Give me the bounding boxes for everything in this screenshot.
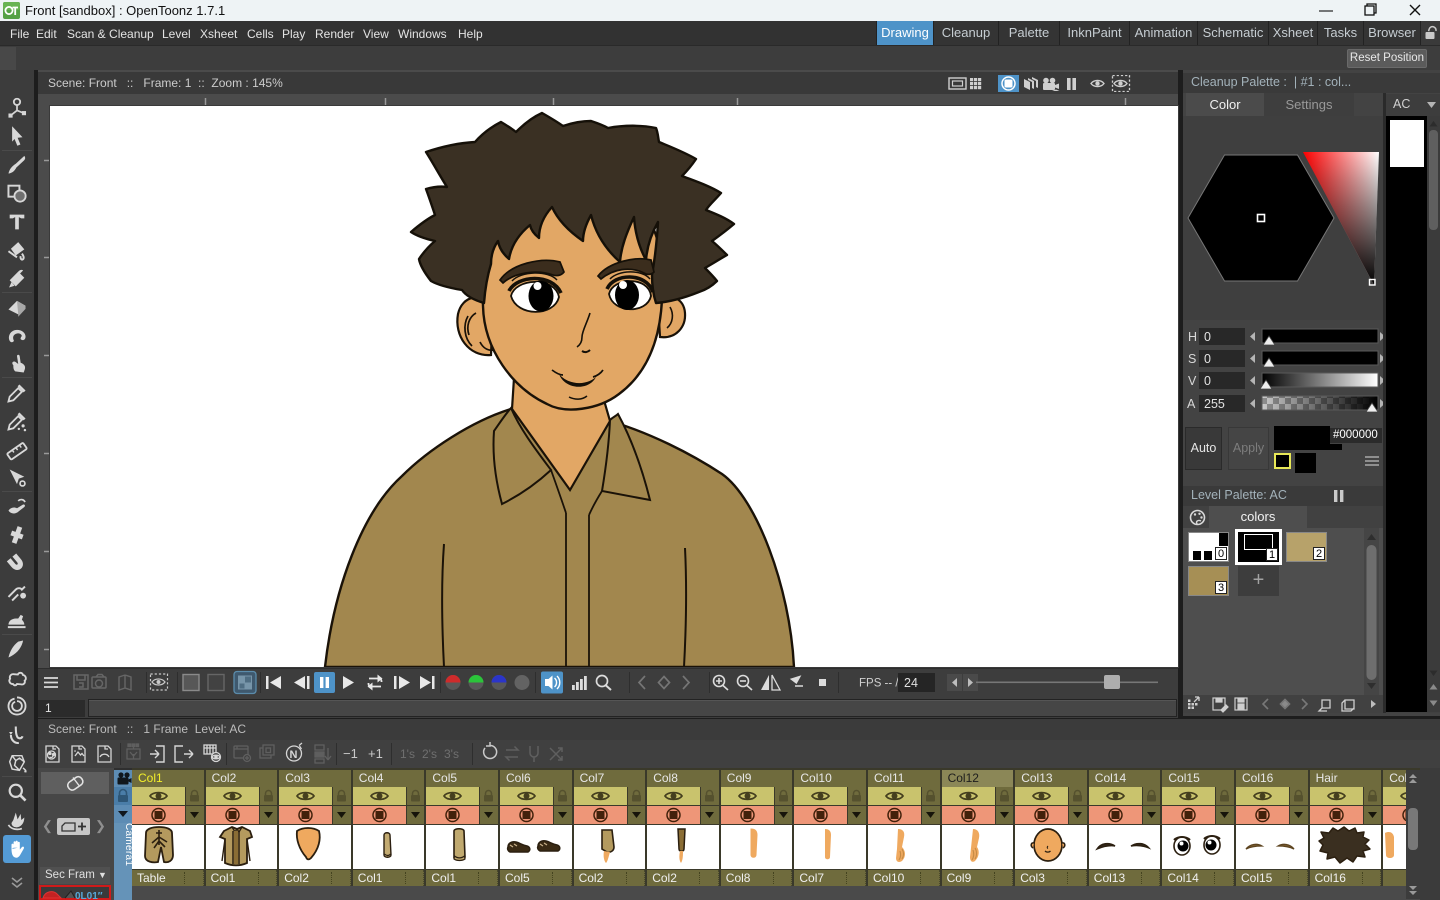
svg-text:−1: −1 bbox=[343, 746, 358, 761]
svg-text:H: H bbox=[1188, 330, 1197, 344]
svg-text:0L01″: 0L01″ bbox=[75, 891, 103, 900]
svg-text:1's: 1's bbox=[400, 747, 415, 761]
svg-text:FPS -- /: FPS -- / bbox=[859, 678, 899, 690]
svg-text:+1: +1 bbox=[368, 746, 383, 761]
svg-text:V: V bbox=[1188, 374, 1197, 388]
svg-text:24: 24 bbox=[904, 676, 918, 690]
svg-text:0: 0 bbox=[1204, 374, 1211, 388]
svg-text:0: 0 bbox=[1204, 352, 1211, 366]
svg-text:3's: 3's bbox=[444, 747, 459, 761]
svg-text:A: A bbox=[1187, 397, 1196, 411]
svg-text:0: 0 bbox=[1204, 330, 1211, 344]
svg-text:255: 255 bbox=[1204, 397, 1225, 411]
svg-text:S: S bbox=[1188, 352, 1196, 366]
svg-text:2's: 2's bbox=[422, 747, 437, 761]
svg-text:N: N bbox=[290, 749, 298, 761]
